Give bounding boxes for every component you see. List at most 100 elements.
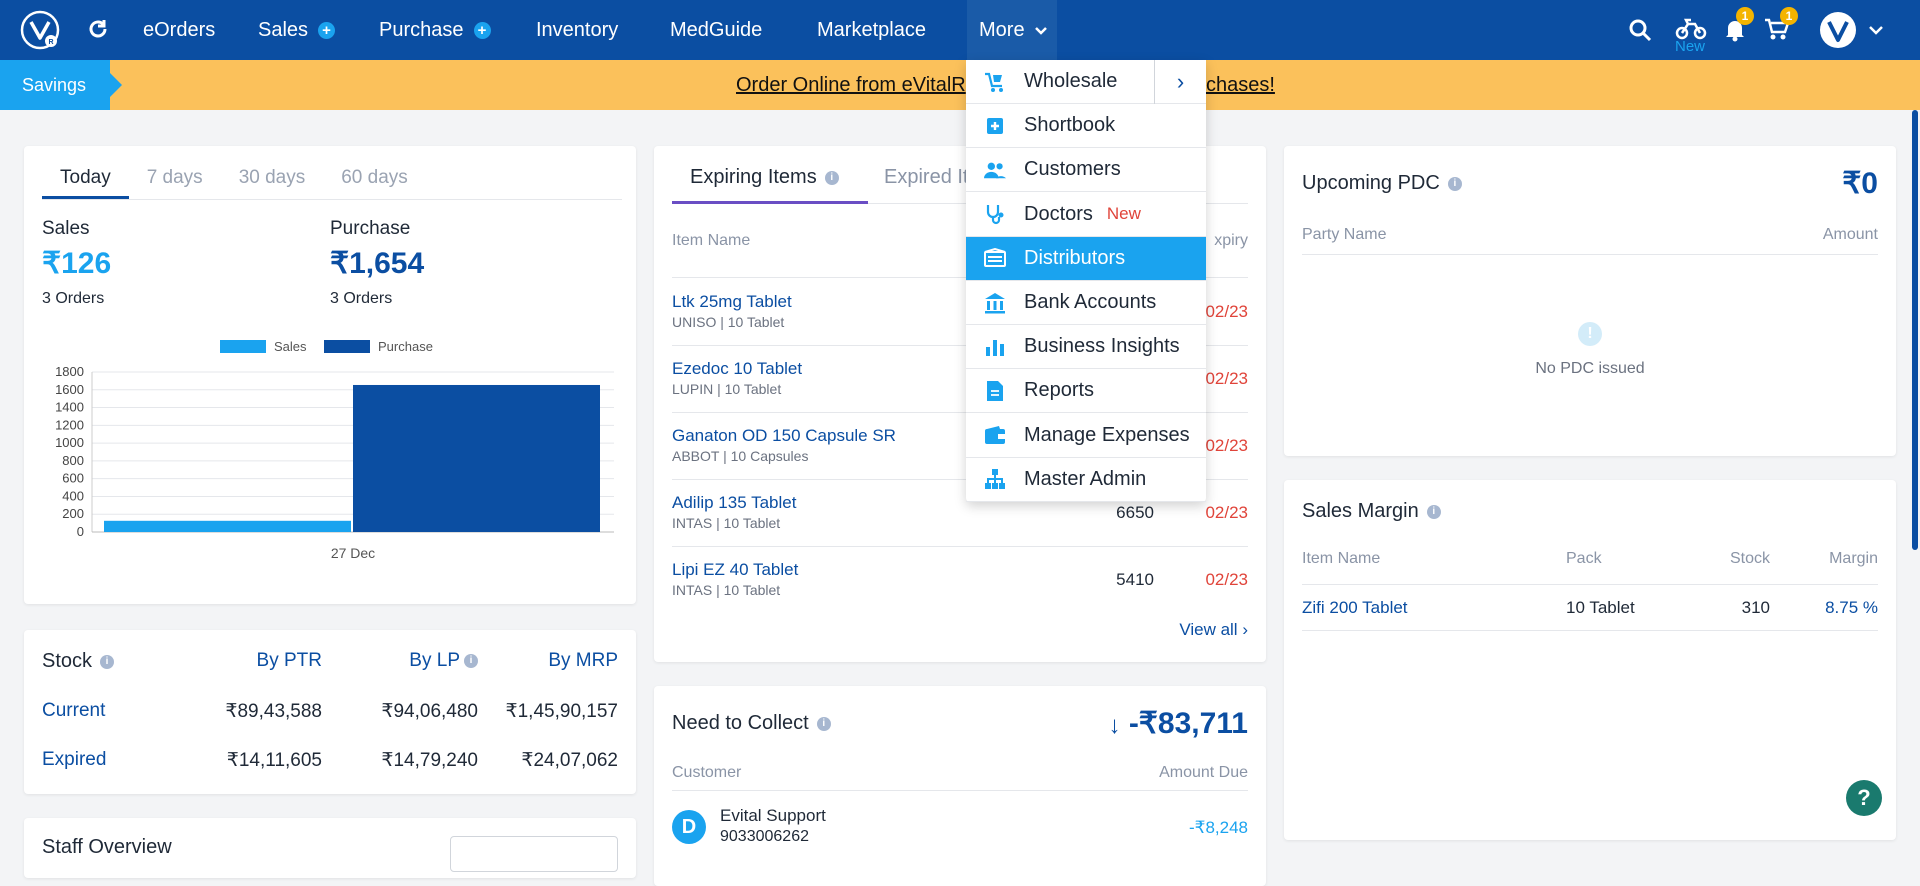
tab-expiring-items[interactable]: Expiring Items i xyxy=(672,146,868,204)
empty-state-icon: ! xyxy=(1578,322,1602,346)
y-tick-label: 600 xyxy=(62,471,84,486)
view-all-label: View all xyxy=(1179,620,1238,639)
nav-sales[interactable]: Sales + xyxy=(258,0,336,60)
margin-item-pack: 10 Tablet xyxy=(1566,598,1635,617)
y-tick-label: 1200 xyxy=(55,417,84,432)
purchase-value: ₹1,654 xyxy=(330,247,425,280)
sales-add-icon[interactable]: + xyxy=(318,22,336,40)
stock-title-text: Stock xyxy=(42,650,93,672)
customer-name[interactable]: Evital Support xyxy=(720,806,826,826)
staff-period-select[interactable] xyxy=(450,836,618,872)
period-tabs: Today 7 days 30 days 60 days xyxy=(42,146,622,200)
menu-item-wholesale[interactable]: Wholesale › xyxy=(966,60,1206,104)
new-badge: New xyxy=(1106,204,1141,224)
menu-item-doctors[interactable]: Doctors New xyxy=(966,193,1206,237)
nav-more[interactable]: More xyxy=(967,0,1057,60)
expiring-item-name[interactable]: Adilip 135 Tablet xyxy=(672,493,796,513)
tab-today[interactable]: Today xyxy=(42,146,129,199)
menu-item-shortbook[interactable]: Shortbook xyxy=(966,104,1206,149)
nav-purchase[interactable]: Purchase + xyxy=(379,0,491,60)
customer-avatar: D xyxy=(672,810,706,844)
truck-icon xyxy=(984,247,1006,269)
y-tick-label: 400 xyxy=(62,488,84,503)
info-icon[interactable]: i xyxy=(464,653,478,668)
info-icon[interactable]: i xyxy=(1447,176,1462,191)
sales-purchase-chart: Sales Purchase 0 200 400 600 800 1000 1200 1400 16… xyxy=(55,339,614,561)
menu-item-label: Business Insights xyxy=(1024,335,1180,358)
savings-link[interactable]: Order Online from eVitalR xyxy=(736,60,966,110)
notification-count-badge: 1 xyxy=(1736,7,1754,25)
sales-margin-card: Sales Margin i Item Name Pack Stock Margi… xyxy=(1284,480,1896,840)
expiring-item-expiry: 02/23 xyxy=(1205,436,1248,455)
sales-label: Sales xyxy=(42,218,90,239)
expiring-item-sub: INTAS | 10 Tablet xyxy=(672,515,781,531)
tab-30-days[interactable]: 30 days xyxy=(221,146,324,199)
view-all-link[interactable]: View all › xyxy=(1179,620,1248,640)
info-icon[interactable]: i xyxy=(824,170,839,185)
stock-col-ptr[interactable]: By PTR xyxy=(257,650,322,672)
purchase-add-icon[interactable]: + xyxy=(473,22,491,40)
page-scrollbar[interactable] xyxy=(1912,110,1918,550)
menu-item-distributors[interactable]: Distributors xyxy=(966,236,1206,281)
menu-item-business-insights[interactable]: Business Insights xyxy=(966,325,1206,370)
menu-item-master-admin[interactable]: Master Admin xyxy=(966,458,1206,502)
cart-button[interactable]: 1 xyxy=(1762,0,1802,60)
menu-item-customers[interactable]: Customers xyxy=(966,148,1206,193)
purchase-orders: 3 Orders xyxy=(330,290,393,307)
expiring-item-expiry: 02/23 xyxy=(1205,369,1248,388)
info-icon[interactable]: i xyxy=(100,654,115,669)
notifications-button[interactable]: 1 xyxy=(1722,0,1754,60)
menu-item-bank-accounts[interactable]: Bank Accounts xyxy=(966,281,1206,325)
expiring-item-name[interactable]: Ltk 25mg Tablet xyxy=(672,292,792,312)
tab-7-days[interactable]: 7 days xyxy=(129,146,221,199)
menu-item-reports[interactable]: Reports xyxy=(966,369,1206,414)
stock-row-current-label[interactable]: Current xyxy=(42,700,105,722)
stock-row-expired-label[interactable]: Expired xyxy=(42,749,106,771)
chevron-right-icon: › xyxy=(1242,620,1248,639)
help-button[interactable]: ? xyxy=(1846,780,1882,816)
profile-menu[interactable] xyxy=(1818,0,1888,60)
wallet-icon xyxy=(984,424,1006,446)
savings-link-end[interactable]: chases! xyxy=(1206,60,1275,110)
col-party-name: Party Name xyxy=(1302,226,1387,243)
y-tick-label: 1400 xyxy=(55,400,84,415)
nav-eorders[interactable]: eOrders xyxy=(143,0,215,60)
stock-expired-lp: ₹14,79,240 xyxy=(381,750,478,771)
chevron-down-icon xyxy=(1869,26,1883,35)
expiring-item-name[interactable]: Ganaton OD 150 Capsule SR xyxy=(672,426,896,446)
col-margin: Margin xyxy=(1829,550,1878,567)
expiring-item-expiry: 02/23 xyxy=(1205,302,1248,321)
delivery-button[interactable]: New xyxy=(1672,0,1714,60)
savings-banner: Savings Order Online from eVitalR chases… xyxy=(0,60,1920,110)
info-icon[interactable]: i xyxy=(1426,504,1441,519)
nav-inventory[interactable]: Inventory xyxy=(536,0,618,60)
stock-current-mrp: ₹1,45,90,157 xyxy=(505,701,618,722)
info-icon[interactable]: i xyxy=(816,716,831,731)
menu-item-label: Manage Expenses xyxy=(1024,423,1190,446)
refresh-icon[interactable] xyxy=(86,16,110,42)
nav-medguide[interactable]: MedGuide xyxy=(670,0,762,60)
document-icon xyxy=(984,380,1006,402)
chevron-right-icon[interactable]: › xyxy=(1154,60,1206,104)
sales-value: ₹126 xyxy=(42,247,112,280)
purchase-label: Purchase xyxy=(330,218,411,239)
margin-title-text: Sales Margin xyxy=(1302,500,1419,522)
menu-item-manage-expenses[interactable]: Manage Expenses xyxy=(966,414,1206,458)
search-icon[interactable] xyxy=(1628,18,1652,42)
app-logo-icon[interactable]: R xyxy=(20,10,60,50)
tab-60-days[interactable]: 60 days xyxy=(323,146,426,199)
delivery-new-label: New xyxy=(1675,38,1706,55)
stock-col-lp[interactable]: By LP i xyxy=(409,650,478,672)
bike-icon xyxy=(1675,18,1707,40)
stock-title: Stock i xyxy=(42,650,115,673)
tab-expired-items[interactable]: Expired It xyxy=(884,146,968,208)
nav-more-label: More xyxy=(979,19,1025,41)
margin-item-name[interactable]: Zifi 200 Tablet xyxy=(1302,598,1408,618)
collect-total-value: -₹83,711 xyxy=(1128,707,1248,740)
collect-title-text: Need to Collect xyxy=(672,712,809,734)
expiring-item-name[interactable]: Lipi EZ 40 Tablet xyxy=(672,560,798,580)
nav-marketplace[interactable]: Marketplace xyxy=(817,0,926,60)
stock-col-mrp[interactable]: By MRP xyxy=(548,650,618,672)
menu-item-label: Doctors xyxy=(1024,202,1093,225)
expiring-item-name[interactable]: Ezedoc 10 Tablet xyxy=(672,359,802,379)
